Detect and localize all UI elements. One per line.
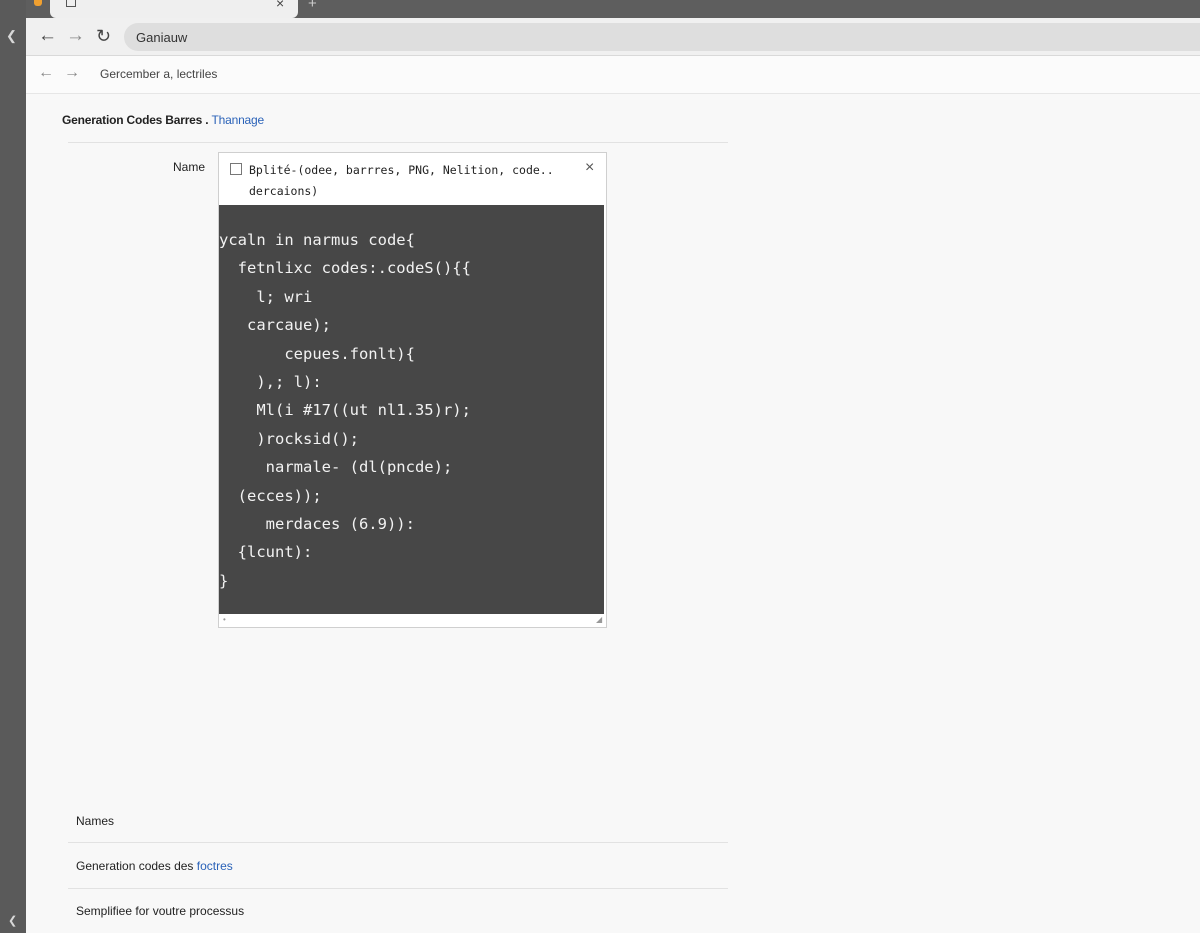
close-icon[interactable]: × <box>585 159 594 177</box>
code-line: Ml(i #17((ut nl1.35)r); <box>219 401 471 420</box>
page-content: Generation Codes Barres . Thannage Name … <box>26 94 1200 933</box>
chevron-left-icon[interactable]: ❮ <box>6 28 17 44</box>
name-label: Name <box>173 160 206 174</box>
tab-close-icon[interactable]: × <box>276 0 284 10</box>
code-line: fetnlixc codes:.codeS(){{ <box>219 259 471 278</box>
forward-icon[interactable]: → <box>66 25 85 47</box>
page-title-text: Generation Codes Barres . <box>62 113 209 127</box>
favicon-icon <box>34 0 42 6</box>
code-line: (ecces)); <box>219 486 322 505</box>
code-line: {lcunt): <box>219 543 313 562</box>
back-icon[interactable]: ← <box>38 64 54 82</box>
code-line: l; wri <box>219 287 313 306</box>
address-bar-text: Ganiauw <box>136 30 188 45</box>
list-item-link[interactable]: foctres <box>197 859 233 873</box>
tab-bar: × + <box>26 0 1200 18</box>
chevron-left-icon[interactable]: ❮ <box>8 914 17 927</box>
page-breadcrumb: Gercember a, lectriles <box>100 67 218 81</box>
reload-icon[interactable]: ↻ <box>96 25 111 47</box>
page-title: Generation Codes Barres . Thannage <box>62 113 264 127</box>
forward-icon[interactable]: → <box>64 64 80 82</box>
code-line: ycaln in narmus code{ <box>219 231 415 249</box>
divider <box>68 842 728 843</box>
file-panel-footer: • ◢ <box>219 614 606 627</box>
divider <box>68 888 728 889</box>
browser-tab[interactable]: × <box>34 0 298 18</box>
code-line: carcaue); <box>219 316 331 335</box>
code-line: ),; l): <box>219 373 322 392</box>
list-item-text: Semplifiee for voutre processus <box>76 904 245 918</box>
document-icon <box>66 0 76 7</box>
divider <box>68 142 728 143</box>
list-item-generation[interactable]: Generation codes des foctres <box>76 859 233 873</box>
list-item-text: Names <box>76 814 115 828</box>
page-title-link[interactable]: Thannage <box>212 113 265 127</box>
list-item-names[interactable]: Names <box>76 814 114 828</box>
file-panel-header: Bplité-(odee, barrres, PNG, Nelition, co… <box>219 153 606 205</box>
grip-icon: • <box>223 615 226 624</box>
left-side-strip: ❮ ❮ <box>0 0 26 933</box>
code-line: } <box>219 571 229 590</box>
address-bar[interactable]: Ganiauw <box>124 23 1200 51</box>
secondary-nav: ← → Gercember a, lectriles <box>26 56 1200 94</box>
list-item-simplify[interactable]: Semplifiee for voutre processus <box>76 904 244 918</box>
new-tab-icon[interactable]: + <box>308 0 317 12</box>
code-line: merdaces (6.9)): <box>219 515 415 534</box>
resize-handle-icon[interactable]: ◢ <box>596 615 602 624</box>
back-icon[interactable]: ← <box>38 25 57 47</box>
code-editor[interactable]: ycaln in narmus code{ fetnlixc codes:.co… <box>219 205 604 614</box>
browser-toolbar: ← → ↻ Ganiauw <box>26 18 1200 56</box>
code-line: narmale- (dl(pncde); <box>219 458 453 477</box>
list-item-text: Generation codes des <box>76 859 197 873</box>
code-line: )rocksid(); <box>219 429 359 448</box>
code-line: cepues.fonlt){ <box>219 344 415 363</box>
file-icon <box>230 163 242 175</box>
file-title: Bplité-(odee, barrres, PNG, Nelition, co… <box>249 163 554 198</box>
file-preview-panel: Bplité-(odee, barrres, PNG, Nelition, co… <box>218 152 607 628</box>
